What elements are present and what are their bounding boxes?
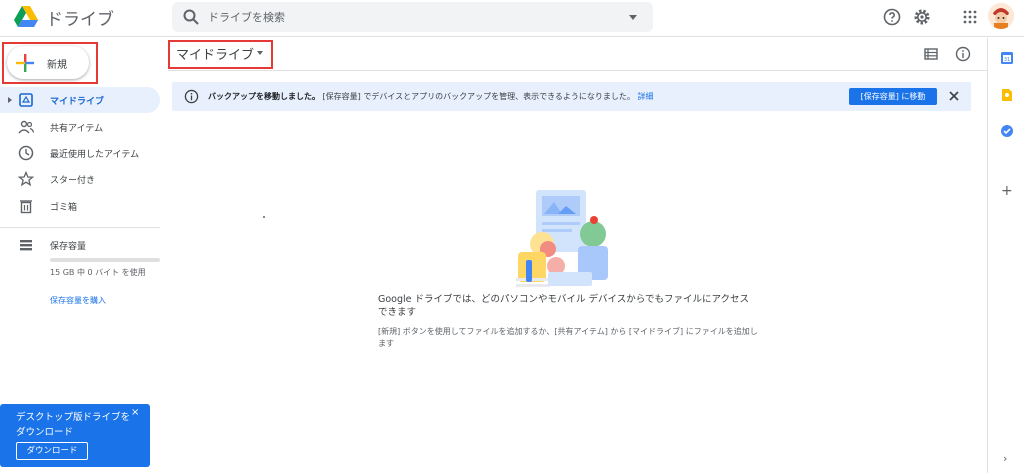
svg-text:31: 31 — [1004, 57, 1010, 63]
search-options-icon[interactable] — [629, 15, 637, 20]
close-icon[interactable]: × — [131, 407, 139, 418]
buy-storage-link[interactable]: 保存容量を購入 — [50, 295, 106, 306]
new-button[interactable]: 新規 — [7, 46, 89, 79]
banner-bold-text: バックアップを移動しました。 — [208, 92, 320, 101]
calendar-icon[interactable]: 31 — [1000, 51, 1014, 65]
side-panel-rail: 31 + › — [987, 38, 1024, 473]
main-divider — [168, 70, 987, 71]
chevron-down-icon[interactable] — [257, 51, 263, 55]
drive-logo-icon[interactable] — [14, 6, 38, 28]
empty-state-illustration — [516, 190, 608, 287]
stray-dot — [263, 216, 265, 218]
storage-usage-text: 15 GB 中 0 バイト を使用 — [50, 268, 146, 277]
chevron-right-icon[interactable]: › — [1003, 452, 1007, 465]
list-view-icon[interactable] — [923, 46, 939, 62]
shared-icon — [18, 120, 34, 134]
sidebar-item-starred[interactable]: スター付き — [0, 166, 160, 192]
search-input[interactable]: ドライブを検索 — [208, 9, 285, 25]
banner-details-link[interactable]: 詳細 — [637, 92, 653, 101]
sidebar-item-shared[interactable]: 共有アイテム — [0, 114, 160, 140]
gear-icon[interactable] — [912, 7, 932, 27]
main-content: マイドライブ バックアップを移動しました。 [保存容量] でデバイスとアプリのバ… — [168, 38, 987, 473]
empty-state-subtitle: [新規] ボタンを使用してファイルを追加するか、[共有アイテム] から [マイド… — [378, 327, 758, 348]
trash-icon — [20, 200, 32, 214]
avatar-image — [988, 3, 1014, 29]
sidebar-item-label: スター付き — [50, 176, 96, 186]
my-drive-icon — [19, 93, 33, 107]
download-desktop-card: デスクトップ版ドライブを ダウンロード × ダウンロード — [0, 404, 150, 467]
storage-icon — [20, 240, 32, 251]
drive-app: ドライブ ドライブを検索 新規 マイドライブ 共有アイテム 最近使用したアイテム… — [0, 0, 1024, 473]
sidebar-item-label: 最近使用したアイテム — [50, 150, 140, 160]
sidebar: 新規 マイドライブ 共有アイテム 最近使用したアイテム スター付き ゴミ箱 保存… — [0, 38, 168, 473]
sidebar-item-storage[interactable]: 保存容量 — [0, 232, 160, 258]
expand-arrow-icon[interactable] — [8, 97, 12, 103]
sidebar-item-label: マイドライブ — [50, 97, 105, 107]
star-icon — [18, 171, 34, 187]
plus-icon — [16, 54, 34, 72]
info-icon — [184, 89, 199, 104]
sidebar-item-label: 共有アイテム — [50, 124, 104, 134]
close-icon[interactable] — [947, 89, 961, 103]
apps-grid-icon[interactable] — [960, 7, 980, 27]
sidebar-item-label: 保存容量 — [50, 242, 87, 252]
tasks-icon[interactable] — [1000, 124, 1014, 138]
keep-icon[interactable] — [1000, 88, 1014, 102]
top-bar: ドライブ ドライブを検索 — [0, 0, 1024, 37]
add-addon-icon[interactable]: + — [1001, 183, 1013, 199]
banner-text: バックアップを移動しました。 [保存容量] でデバイスとアプリのバックアップを管… — [208, 91, 653, 102]
avatar[interactable] — [988, 3, 1014, 29]
download-card-text: デスクトップ版ドライブを ダウンロード — [16, 412, 131, 438]
sidebar-item-my-drive[interactable]: マイドライブ — [0, 87, 160, 113]
sidebar-item-label: ゴミ箱 — [50, 203, 78, 213]
app-title: ドライブ — [46, 10, 114, 30]
search-icon[interactable] — [182, 8, 200, 26]
empty-state-title: Google ドライブでは、どのパソコンやモバイル デバイスからでもファイルにア… — [378, 294, 749, 318]
storage-usage-bar — [50, 258, 160, 262]
search-bar[interactable]: ドライブを検索 — [172, 2, 653, 32]
sidebar-divider — [0, 227, 160, 228]
download-button[interactable]: ダウンロード — [16, 442, 88, 460]
sidebar-item-trash[interactable]: ゴミ箱 — [0, 193, 160, 219]
backup-moved-banner: バックアップを移動しました。 [保存容量] でデバイスとアプリのバックアップを管… — [172, 82, 971, 111]
help-icon[interactable] — [882, 7, 902, 27]
sidebar-item-recent[interactable]: 最近使用したアイテム — [0, 140, 160, 166]
clock-icon — [18, 145, 34, 161]
new-button-label: 新規 — [47, 60, 67, 71]
banner-body-text: [保存容量] でデバイスとアプリのバックアップを管理、表示できるようになりました… — [322, 92, 635, 101]
page-title[interactable]: マイドライブ — [176, 44, 254, 63]
go-to-storage-button[interactable]: [保存容量] に移動 — [849, 88, 937, 105]
info-icon[interactable] — [955, 46, 971, 62]
